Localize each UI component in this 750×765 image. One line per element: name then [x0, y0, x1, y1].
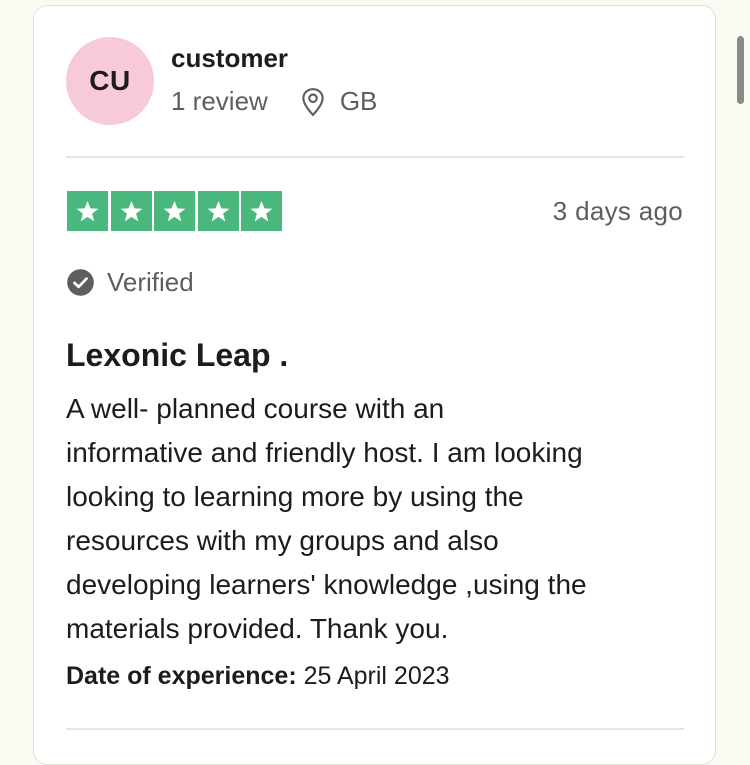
verified-label: Verified [107, 267, 194, 297]
date-of-experience: Date of experience: 25 April 2023 [66, 662, 450, 691]
star-icon [154, 191, 195, 231]
experience-date: 25 April 2023 [303, 662, 450, 690]
reviewer-country: GB [339, 86, 378, 116]
review-body-line: materials provided. Thank you. [66, 613, 449, 644]
review-body-line: informative and friendly host. I am look… [66, 437, 583, 468]
avatar-initials: CU [89, 65, 131, 96]
review-card [33, 5, 716, 765]
star-icon [197, 191, 239, 231]
star-rating [67, 191, 282, 231]
reviewer-name[interactable]: customer [171, 43, 288, 74]
avatar[interactable]: CU [66, 37, 154, 125]
star-icon [241, 191, 282, 231]
review-posted-date: 3 days ago [552, 196, 683, 226]
review-body-line: developing learners' knowledge ,using th… [66, 569, 587, 600]
review-body: A well- planned course with an informati… [66, 387, 706, 651]
review-title[interactable]: Lexonic Leap . [66, 337, 288, 374]
reviewer-meta: 1 review GB [171, 86, 377, 117]
map-pin-icon [302, 87, 324, 116]
star-icon [67, 191, 108, 231]
scrollbar-thumb[interactable] [737, 36, 744, 104]
star-icon [110, 191, 152, 231]
check-circle-icon [67, 269, 94, 296]
verified-badge[interactable]: Verified [66, 267, 194, 298]
review-count: 1 review [171, 86, 268, 116]
review-body-line: resources with my groups and also [66, 525, 499, 556]
divider-bottom [66, 728, 684, 730]
experience-label: Date of experience: [66, 662, 297, 690]
divider-top [66, 156, 684, 158]
review-body-line: A well- planned course with an [66, 393, 445, 424]
review-body-line: looking to learning more by using the [66, 481, 524, 512]
